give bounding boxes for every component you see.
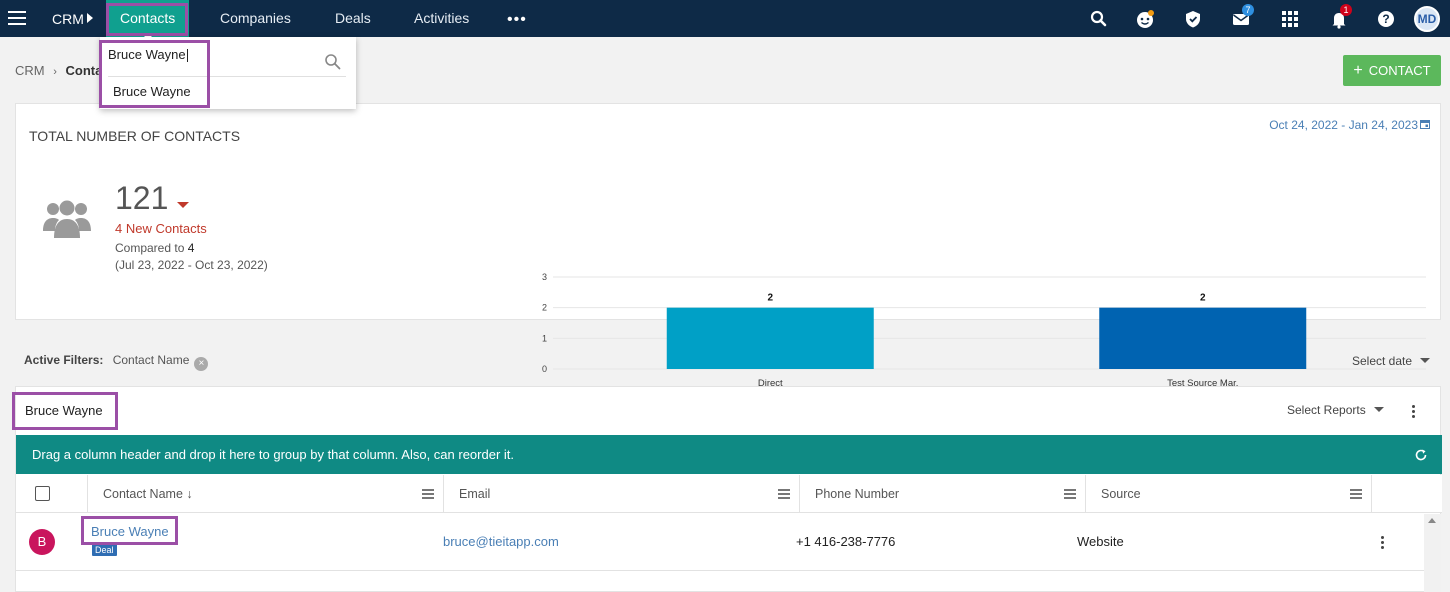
search-result-item[interactable]: Bruce Wayne [113, 84, 191, 99]
refresh-icon[interactable] [1414, 448, 1428, 462]
data-label: 2 [767, 293, 773, 304]
new-contacts-count: 4 New Contacts [115, 221, 207, 236]
plus-icon: + [1353, 62, 1363, 79]
calendar-icon[interactable] [1420, 119, 1430, 129]
source-value: Website [1077, 534, 1124, 549]
grid-header-row: Contact Name ↓ Email Phone Number Source [16, 475, 1442, 513]
contact-name-link[interactable]: Bruce Wayne [91, 524, 169, 539]
select-all-checkbox[interactable] [35, 486, 50, 501]
column-menu-icon[interactable] [1064, 489, 1076, 499]
y-tick-label: 0 [542, 364, 547, 374]
grid-search-input[interactable]: Bruce Wayne [25, 403, 103, 418]
filter-chip-contact-name: Contact Name [112, 353, 190, 367]
notification-badge: 1 [1340, 4, 1352, 16]
avatar: B [29, 529, 55, 555]
summary-title: TOTAL NUMBER OF CONTACTS [29, 128, 241, 144]
chevron-down-icon [1420, 358, 1431, 363]
select-reports-dropdown[interactable]: Select Reports [1287, 403, 1384, 417]
email-link[interactable]: bruce@tieitapp.com [443, 534, 559, 549]
trend-down-icon [177, 202, 189, 208]
date-range-picker[interactable]: Oct 24, 2022 - Jan 24, 2023 [1269, 118, 1418, 132]
app-name[interactable]: CRM [52, 11, 84, 27]
column-header-contact-name[interactable]: Contact Name ↓ [88, 475, 444, 513]
compared-value: 4 [187, 241, 195, 255]
select-date-dropdown[interactable]: Select date [1352, 354, 1431, 368]
column-header-email[interactable]: Email [444, 475, 800, 513]
breadcrumb: CRM › Conta [15, 63, 102, 78]
column-header-phone-number[interactable]: Phone Number [800, 475, 1086, 513]
tab-companies[interactable]: Companies [220, 0, 291, 37]
select-date-label: Select date [1352, 354, 1413, 368]
search-icon[interactable] [324, 53, 342, 71]
select-reports-label: Select Reports [1287, 403, 1366, 417]
contacts-by-source-chart: 01232Direct2Test Source Mar. [542, 272, 1426, 389]
group-by-drop-zone[interactable]: Drag a column header and drop it here to… [16, 435, 1442, 474]
y-tick-label: 2 [542, 303, 547, 313]
scroll-up-icon[interactable] [1428, 518, 1436, 523]
chevron-down-icon [1373, 407, 1384, 412]
column-menu-icon[interactable] [1350, 489, 1362, 499]
phone-number: +1 416-238-7776 [796, 534, 896, 549]
breadcrumb-current: Conta [65, 63, 103, 78]
breadcrumb-root[interactable]: CRM [15, 63, 45, 78]
apps-grid-icon[interactable] [1279, 8, 1301, 30]
contacts-summary-card: TOTAL NUMBER OF CONTACTS Oct 24, 2022 - … [15, 103, 1441, 389]
svg-text:?: ? [1382, 12, 1389, 26]
table-row[interactable]: B Bruce Wayne Deal bruce@tieitapp.com +1… [16, 514, 1424, 571]
breadcrumb-separator: › [53, 66, 57, 78]
y-tick-label: 3 [542, 272, 547, 282]
tab-deals[interactable]: Deals [335, 0, 371, 37]
column-header-label: Source [1101, 487, 1141, 501]
deal-badge: Deal [92, 544, 117, 556]
column-header-label: Phone Number [815, 487, 900, 501]
menu-icon[interactable] [8, 10, 28, 26]
user-avatar[interactable]: MD [1414, 6, 1440, 32]
mail-icon[interactable]: 7 [1230, 4, 1254, 30]
search-input-value: Bruce Wayne [108, 47, 186, 62]
add-contact-button[interactable]: + CONTACT [1343, 55, 1441, 86]
add-contact-label: CONTACT [1368, 63, 1431, 78]
column-header-source[interactable]: Source [1086, 475, 1372, 513]
column-menu-icon[interactable] [422, 489, 434, 499]
y-tick-label: 1 [542, 333, 547, 343]
contacts-grid-panel: Bruce Wayne Select Reports Drag a column… [15, 386, 1442, 592]
bar [666, 307, 874, 369]
contacts-search-dropdown: Bruce Wayne Bruce Wayne [100, 37, 356, 109]
bell-icon[interactable]: 1 [1328, 4, 1352, 30]
column-menu-icon[interactable] [778, 489, 790, 499]
close-icon[interactable]: × [194, 357, 209, 371]
help-icon[interactable]: ? [1375, 8, 1397, 30]
divider [108, 76, 346, 77]
tab-activities[interactable]: Activities [414, 0, 469, 37]
comparison-period: (Jul 23, 2022 - Oct 23, 2022) [115, 258, 268, 272]
caret-right-icon [87, 13, 93, 23]
search-input[interactable]: Bruce Wayne [108, 47, 188, 63]
assistant-icon[interactable] [1134, 8, 1156, 30]
compared-text: Compared to 4 [115, 241, 194, 255]
column-header-label: Contact Name ↓ [103, 487, 193, 501]
bar [1099, 307, 1307, 369]
compared-label: Compared to [115, 241, 185, 255]
top-navbar: CRM Contacts Companies Deals Activities … [0, 0, 1450, 38]
active-filters: Active Filters: Contact Name × [24, 353, 209, 371]
total-contacts-count: 121 [115, 180, 169, 216]
select-all-column [16, 475, 88, 513]
tab-contacts[interactable]: Contacts [106, 0, 190, 38]
more-tabs-button[interactable]: ••• [507, 11, 527, 29]
row-options-kebab-icon[interactable] [1380, 535, 1384, 549]
active-filters-label: Active Filters: [24, 353, 104, 367]
people-icon [42, 197, 92, 241]
search-icon[interactable] [1088, 8, 1110, 30]
mail-badge: 7 [1242, 4, 1254, 16]
column-header-label: Email [459, 487, 491, 501]
shield-icon[interactable] [1182, 8, 1204, 30]
data-label: 2 [1200, 293, 1206, 304]
grid-options-kebab-icon[interactable] [1411, 404, 1415, 418]
vertical-scrollbar[interactable] [1424, 514, 1441, 592]
